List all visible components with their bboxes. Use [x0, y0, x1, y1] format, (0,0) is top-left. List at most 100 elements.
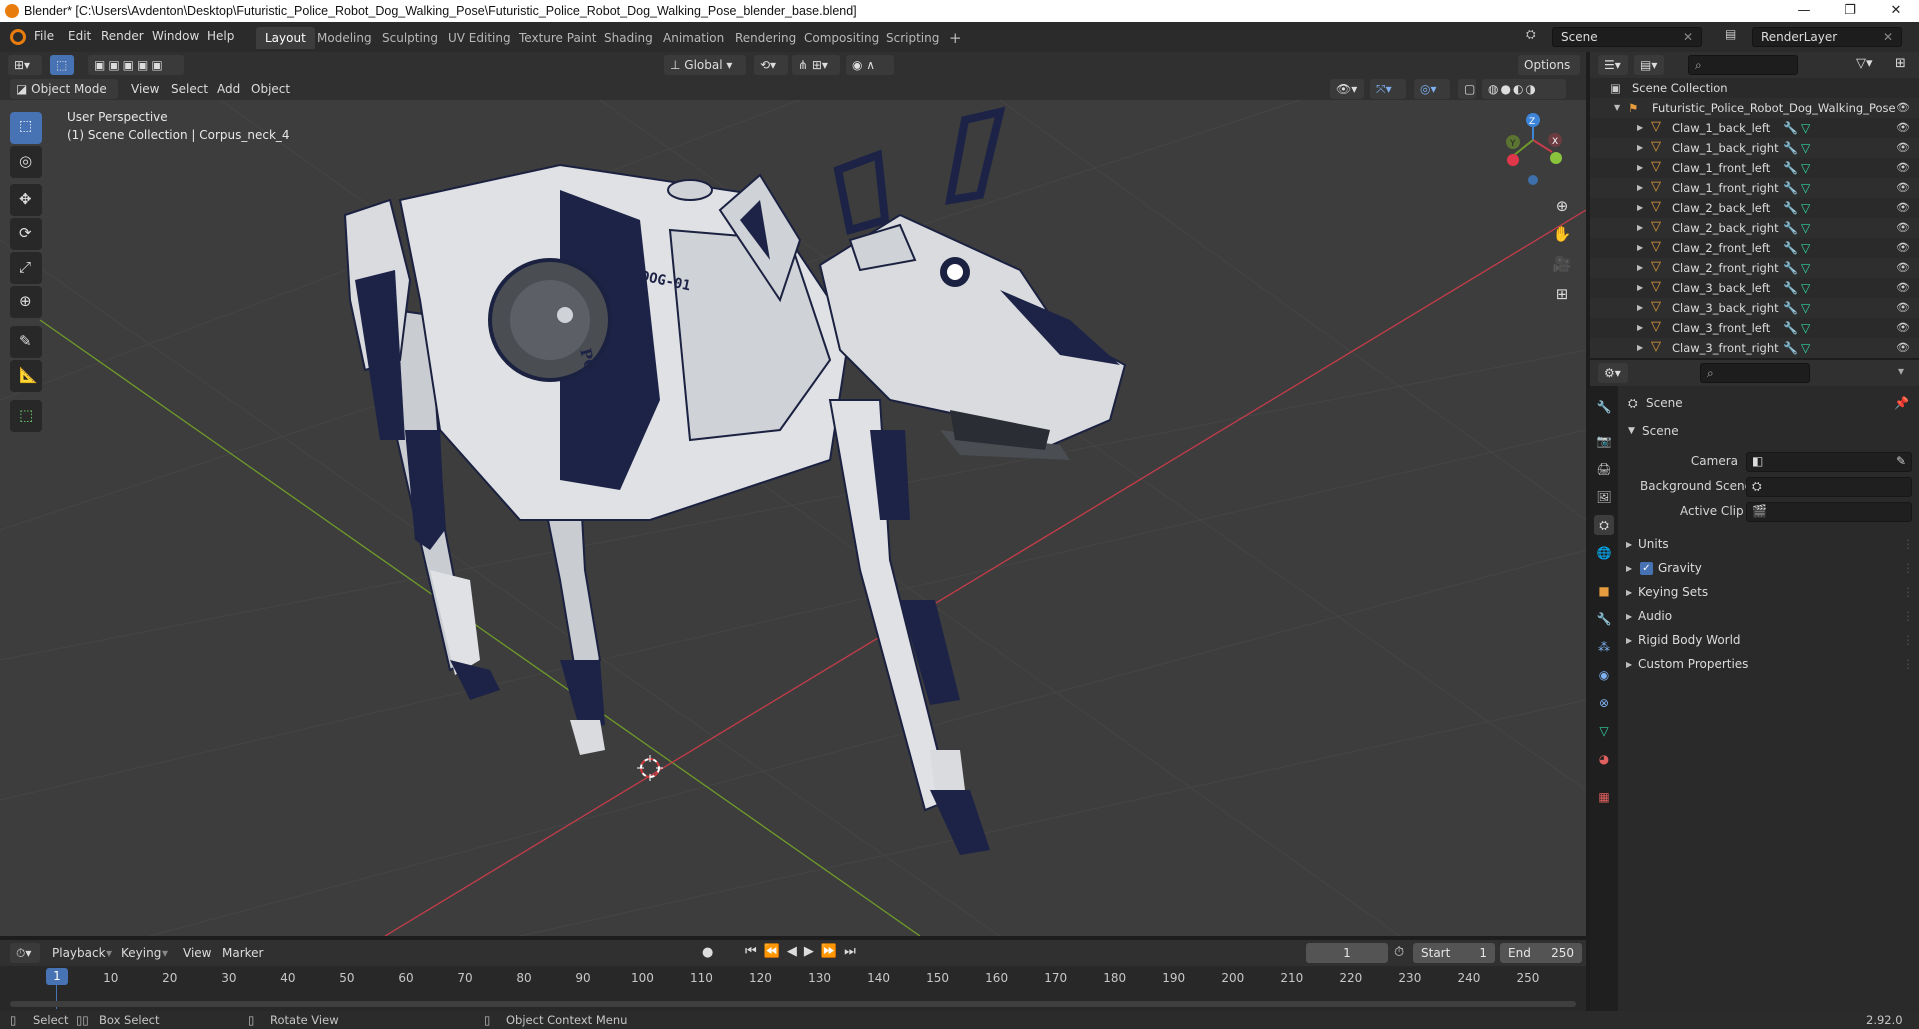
camera-field[interactable]: ◧ ✎	[1746, 452, 1912, 472]
preview-range-icon[interactable]: ⏱	[1394, 945, 1404, 960]
mesh-data-icon[interactable]: ▽	[1801, 301, 1810, 315]
mesh-data-icon[interactable]: ▽	[1801, 201, 1810, 215]
timeline-ruler[interactable]: 1102030405060708090100110120130140150160…	[0, 966, 1586, 1011]
eye-icon[interactable]: 👁	[1896, 141, 1910, 154]
playhead[interactable]: 1	[46, 968, 68, 985]
active-clip-field[interactable]: 🎬	[1746, 502, 1912, 522]
particles-tab-icon[interactable]: ⁂	[1594, 637, 1614, 657]
tab-texture-paint[interactable]: Texture Paint	[510, 27, 605, 49]
add-workspace-button[interactable]: +	[940, 27, 971, 49]
pivot-point-dropdown[interactable]: ⟲▾	[754, 55, 788, 75]
outliner-object-row[interactable]: ▶ ▽ Claw_3_front_left 🔧 ▽ 👁	[1590, 318, 1919, 338]
gizmo-toggle[interactable]: ⤧▾	[1370, 79, 1406, 99]
scene-tab-icon[interactable]: ⛭	[1594, 515, 1614, 535]
timeline-editor-type[interactable]: ⏱▾	[10, 943, 40, 963]
outliner-scene-collection[interactable]: ▣ Scene Collection	[1590, 78, 1919, 98]
overlays-toggle[interactable]: ◎▾	[1414, 79, 1450, 99]
chevron-down-icon[interactable]: ▼	[1628, 426, 1635, 436]
menu-timeline-view[interactable]: View	[183, 946, 211, 960]
chevron-right-icon[interactable]: ▶	[1637, 343, 1643, 352]
playback-controls[interactable]: ⏮⏪◀▶⏩⏭	[745, 944, 863, 959]
close-button[interactable]: ✕	[1873, 0, 1919, 22]
selection-mode-buttons[interactable]: ▣▣▣▣▣	[88, 55, 184, 75]
chevron-down-icon[interactable]: ▼	[1614, 103, 1620, 112]
move-tool[interactable]: ✥	[10, 184, 42, 216]
select-tool-icon[interactable]: ⬚	[50, 55, 74, 75]
render-tab-icon[interactable]: 📷	[1594, 431, 1614, 451]
mesh-data-icon[interactable]: ▽	[1801, 161, 1810, 175]
record-icon[interactable]: ●	[702, 945, 713, 960]
panel-3[interactable]: ▶ Audio ⋮	[1622, 606, 1914, 628]
world-tab-icon[interactable]: 🌐	[1594, 543, 1614, 563]
eye-icon[interactable]: 👁	[1896, 301, 1910, 314]
chevron-right-icon[interactable]: ▶	[1637, 203, 1643, 212]
navigation-gizmo[interactable]: Z X Y	[1506, 113, 1562, 185]
mesh-data-icon[interactable]: ▽	[1801, 141, 1810, 155]
tab-shading[interactable]: Shading	[595, 27, 662, 49]
properties-search-input[interactable]: ⌕	[1700, 363, 1810, 383]
mesh-data-icon[interactable]: ▽	[1801, 121, 1810, 135]
menu-view[interactable]: View	[131, 82, 159, 96]
modifier-icon[interactable]: 🔧	[1783, 181, 1798, 195]
menu-help[interactable]: Help	[207, 29, 234, 43]
panel-2[interactable]: ▶ Keying Sets ⋮	[1622, 582, 1914, 604]
current-frame-field[interactable]: 1	[1306, 943, 1388, 963]
zoom-icon[interactable]: ⊕	[1550, 194, 1574, 218]
mesh-data-icon[interactable]: ▽	[1801, 261, 1810, 275]
modifier-icon[interactable]: 🔧	[1783, 281, 1798, 295]
xray-toggle[interactable]: ▢	[1458, 79, 1476, 99]
menu-render[interactable]: Render	[101, 29, 144, 43]
maximize-button[interactable]: ❐	[1827, 0, 1873, 22]
properties-editor-type[interactable]: ⚙▾	[1598, 363, 1628, 383]
grid-perspective-icon[interactable]: ⊞	[1550, 282, 1574, 306]
object-tab-icon[interactable]: ■	[1594, 581, 1614, 601]
material-tab-icon[interactable]: ◕	[1594, 749, 1614, 769]
outliner-object-row[interactable]: ▶ ▽ Claw_2_front_right 🔧 ▽ 👁	[1590, 258, 1919, 278]
background-scene-field[interactable]: ⛭	[1746, 477, 1912, 497]
eye-icon[interactable]: 👁	[1896, 321, 1910, 334]
texture-tab-icon[interactable]: ▦	[1594, 787, 1614, 807]
scene-section-header[interactable]: Scene	[1642, 424, 1679, 438]
scene-selector[interactable]: Scene ✕	[1552, 27, 1702, 47]
transform-orientation-dropdown[interactable]: ⊥ Global ▾	[664, 55, 746, 75]
chevron-right-icon[interactable]: ▶	[1637, 243, 1643, 252]
mesh-data-icon[interactable]: ▽	[1801, 341, 1810, 355]
blender-menu-icon[interactable]	[10, 29, 26, 45]
pan-hand-icon[interactable]: ✋	[1550, 222, 1574, 246]
eye-icon[interactable]: 👁	[1896, 161, 1910, 174]
drag-handle-icon[interactable]: ⋮	[1902, 633, 1914, 647]
annotate-tool[interactable]: ✎	[10, 326, 42, 358]
panel-4[interactable]: ▶ Rigid Body World ⋮	[1622, 630, 1914, 652]
select-box-tool[interactable]: ⬚	[10, 112, 42, 144]
measure-tool[interactable]: 📐	[10, 360, 42, 392]
mode-dropdown[interactable]: ◪ Object Mode ▾	[10, 79, 118, 116]
3d-cursor[interactable]	[637, 755, 663, 781]
chevron-right-icon[interactable]: ▶	[1637, 163, 1643, 172]
drag-handle-icon[interactable]: ⋮	[1902, 537, 1914, 551]
menu-window[interactable]: Window	[152, 29, 199, 43]
modifier-icon[interactable]: 🔧	[1783, 141, 1798, 155]
tab-compositing[interactable]: Compositing	[795, 27, 888, 49]
proportional-edit-toggle[interactable]: ◉ ∧	[846, 55, 894, 75]
mesh-data-icon[interactable]: ▽	[1801, 221, 1810, 235]
menu-keying[interactable]: Keying	[121, 946, 161, 960]
outliner-object-row[interactable]: ▶ ▽ Claw_1_front_right 🔧 ▽ 👁	[1590, 178, 1919, 198]
display-mode-dropdown[interactable]: ▤▾	[1634, 55, 1664, 75]
outliner-object-row[interactable]: ▶ ▽ Claw_2_front_left 🔧 ▽ 👁	[1590, 238, 1919, 258]
eye-icon[interactable]: 👁	[1896, 121, 1910, 134]
editor-type-button[interactable]: ⊞▾	[8, 55, 42, 75]
cursor-tool[interactable]: ◎	[10, 146, 42, 178]
filter-icon[interactable]: ▽▾	[1856, 56, 1873, 71]
drag-handle-icon[interactable]: ⋮	[1902, 609, 1914, 623]
chevron-right-icon[interactable]: ▶	[1637, 283, 1643, 292]
mesh-data-icon[interactable]: ▽	[1801, 281, 1810, 295]
outliner-object-row[interactable]: ▶ ▽ Claw_3_front_right 🔧 ▽ 👁	[1590, 338, 1919, 358]
outliner-object-row[interactable]: ▶ ▽ Claw_1_front_left 🔧 ▽ 👁	[1590, 158, 1919, 178]
transform-tool[interactable]: ⊕	[10, 286, 42, 318]
eye-icon[interactable]: 👁	[1896, 181, 1910, 194]
eye-icon[interactable]: 👁	[1896, 101, 1910, 114]
chevron-right-icon[interactable]: ▶	[1637, 263, 1643, 272]
menu-select[interactable]: Select	[171, 82, 208, 96]
outliner-search-input[interactable]: ⌕	[1688, 55, 1798, 75]
chevron-right-icon[interactable]: ▶	[1637, 223, 1643, 232]
